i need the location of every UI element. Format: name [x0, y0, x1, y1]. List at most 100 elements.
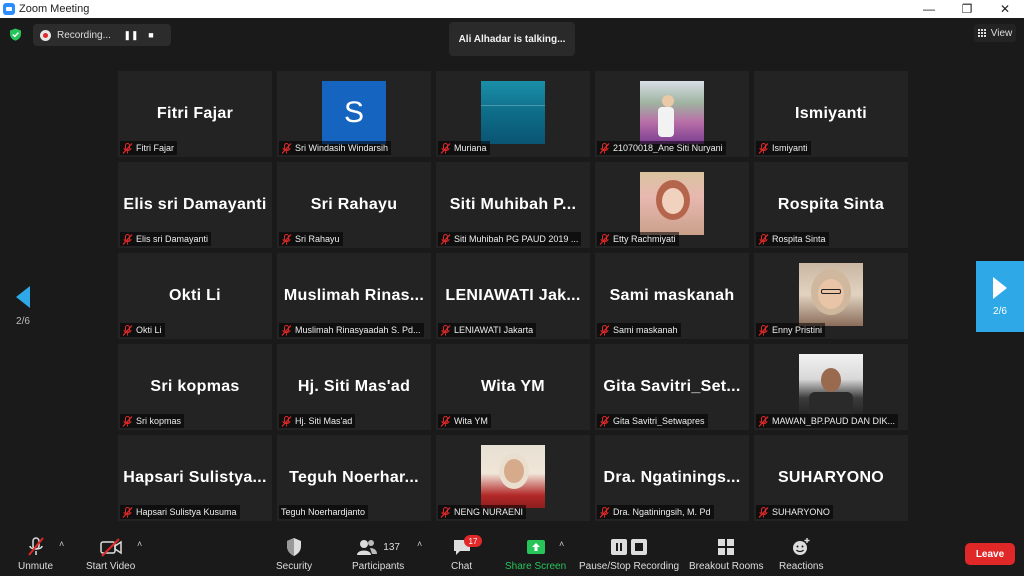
participant-video [799, 354, 863, 417]
participant-name-label: Muriana [438, 141, 490, 155]
participant-tile[interactable]: Fitri Fajar Fitri Fajar [118, 71, 272, 157]
participant-tile[interactable]: Okti Li Okti Li [118, 253, 272, 339]
participant-avatar: S [322, 81, 386, 144]
participant-name: Enny Pristini [772, 325, 823, 335]
participants-icon [357, 540, 378, 555]
reactions-label: Reactions [779, 561, 824, 572]
avatar-letter: S [343, 95, 364, 129]
minimize-button[interactable]: — [910, 0, 948, 18]
participants-label: Participants [352, 561, 405, 572]
participant-tile[interactable]: Sri Rahayu Sri Rahayu [277, 162, 431, 248]
participant-tile[interactable]: S Sri Windasih Windarsih [277, 71, 431, 157]
stop-recording-button[interactable]: ■ [141, 30, 161, 40]
participant-tile[interactable]: Sami maskanah Sami maskanah [595, 253, 749, 339]
participant-tile[interactable]: Hj. Siti Mas'ad Hj. Siti Mas'ad [277, 344, 431, 430]
security-shield-icon [287, 538, 302, 556]
participant-tile[interactable]: Muslimah Rinas... Muslimah Rinasyaadah S.… [277, 253, 431, 339]
mic-muted-icon [122, 233, 136, 245]
mic-muted-icon [599, 142, 613, 154]
breakout-rooms-icon [718, 539, 735, 555]
participant-display-name: Teguh Noerhar... [289, 469, 419, 486]
participant-name-label: Hj. Siti Mas'ad [279, 414, 356, 428]
encryption-shield-icon[interactable] [9, 28, 22, 41]
participant-tile[interactable]: Elis sri Damayanti Elis sri Damayanti [118, 162, 272, 248]
participant-tile[interactable]: Etty Rachmiyati [595, 162, 749, 248]
start-video-button[interactable]: Start Video [86, 536, 135, 572]
participant-tile[interactable]: Siti Muhibah P... Siti Muhibah PG PAUD 20… [436, 162, 590, 248]
next-page-button[interactable]: 2/6 [976, 261, 1024, 332]
participant-name: Etty Rachmiyati [613, 234, 676, 244]
participant-display-name: Muslimah Rinas... [283, 287, 425, 304]
participant-display-name: Wita YM [481, 378, 545, 395]
unmute-button[interactable]: Unmute [18, 536, 53, 572]
mic-muted-icon [758, 142, 772, 154]
video-options-caret-icon[interactable]: ˄ [137, 539, 142, 549]
gallery-grid: Fitri Fajar Fitri Fajar S Sri Windasih Wind… [118, 71, 908, 521]
participant-tile[interactable]: Hapsari Sulistya... Hapsari Sulistya Kusu… [118, 435, 272, 521]
participant-tile[interactable]: SUHARYONO SUHARYONO [754, 435, 908, 521]
meeting-toolbar: Unmute ˄ Start Video ˄ Security 137 Part… [0, 530, 1024, 576]
participant-video [640, 172, 704, 235]
participant-tile[interactable]: NENG NURAENI [436, 435, 590, 521]
participant-display-name: Fitri Fajar [156, 105, 234, 122]
page-indicator-right: 2/6 [993, 305, 1007, 317]
mic-muted-icon [440, 506, 454, 518]
unmute-label: Unmute [18, 561, 54, 572]
restore-button[interactable]: ❐ [948, 0, 986, 18]
security-button[interactable]: Security [276, 536, 312, 572]
participant-video [481, 81, 545, 144]
start-video-label: Start Video [86, 561, 136, 572]
participant-tile[interactable]: Dra. Ngatinings... Dra. Ngatiningsih, M. … [595, 435, 749, 521]
participant-name: Sri Windasih Windarsih [295, 143, 389, 153]
pause-recording-button[interactable]: ❚❚ [121, 30, 141, 41]
view-label: View [990, 27, 1013, 39]
share-options-caret-icon[interactable]: ˄ [559, 539, 564, 549]
arrow-right-icon [993, 276, 1007, 299]
participant-name-label: Rospita Sinta [756, 232, 829, 246]
participant-video [481, 445, 545, 508]
view-button[interactable]: View [974, 24, 1016, 42]
participant-tile[interactable]: Rospita Sinta Rospita Sinta [754, 162, 908, 248]
participant-name-label: Muslimah Rinasyaadah S. Pd... [279, 323, 424, 337]
participant-name-label: Teguh Noerhardjanto [279, 505, 369, 519]
participant-tile[interactable]: LENIAWATI Jak... LENIAWATI Jakarta [436, 253, 590, 339]
participant-tile[interactable]: Gita Savitri_Set... Gita Savitri_Setwapre… [595, 344, 749, 430]
participant-tile[interactable]: MAWAN_BP.PAUD DAN DIK... [754, 344, 908, 430]
participant-tile[interactable]: Teguh Noerhar... Teguh Noerhardjanto [277, 435, 431, 521]
mic-muted-icon [281, 415, 295, 427]
reactions-button[interactable]: Reactions [779, 536, 823, 572]
participant-display-name: Dra. Ngatinings... [603, 469, 741, 486]
window-titlebar: Zoom Meeting — ❐ ✕ [0, 0, 1024, 18]
participants-button[interactable]: 137 Participants [352, 536, 404, 572]
participant-display-name: Sri Rahayu [310, 196, 398, 213]
share-screen-button[interactable]: Share Screen [505, 536, 566, 572]
audio-options-caret-icon[interactable]: ˄ [59, 539, 64, 549]
participant-name: Sami maskanah [613, 325, 678, 335]
previous-page-button[interactable]: 2/6 [7, 284, 39, 334]
participant-display-name: Ismiyanti [794, 105, 868, 122]
leave-button[interactable]: Leave [965, 543, 1015, 565]
participant-tile[interactable]: Enny Pristini [754, 253, 908, 339]
participant-name-label: LENIAWATI Jakarta [438, 323, 537, 337]
breakout-rooms-button[interactable]: Breakout Rooms [689, 536, 763, 572]
participants-options-caret-icon[interactable]: ˄ [417, 539, 422, 549]
participant-tile[interactable]: Wita YM Wita YM [436, 344, 590, 430]
participant-name: 21070018_Ane Siti Nuryani [613, 143, 723, 153]
participant-tile[interactable]: Sri kopmas Sri kopmas [118, 344, 272, 430]
participant-name-label: Sami maskanah [597, 323, 681, 337]
participant-name: Hj. Siti Mas'ad [295, 416, 353, 426]
participant-display-name: Sri kopmas [150, 378, 240, 395]
participant-tile[interactable]: Muriana [436, 71, 590, 157]
mic-muted-icon [440, 233, 454, 245]
participant-tile[interactable]: Ismiyanti Ismiyanti [754, 71, 908, 157]
participant-name: Teguh Noerhardjanto [281, 507, 366, 517]
participant-name: Okti Li [136, 325, 162, 335]
mic-muted-icon [758, 324, 772, 336]
participant-tile[interactable]: 21070018_Ane Siti Nuryani [595, 71, 749, 157]
pause-stop-recording-button[interactable]: Pause/Stop Recording [579, 536, 679, 572]
participant-name-label: Siti Muhibah PG PAUD 2019 ... [438, 232, 582, 246]
close-button[interactable]: ✕ [986, 0, 1024, 18]
participant-name-label: Fitri Fajar [120, 141, 177, 155]
security-label: Security [276, 561, 313, 572]
participant-name: Sri kopmas [136, 416, 182, 426]
